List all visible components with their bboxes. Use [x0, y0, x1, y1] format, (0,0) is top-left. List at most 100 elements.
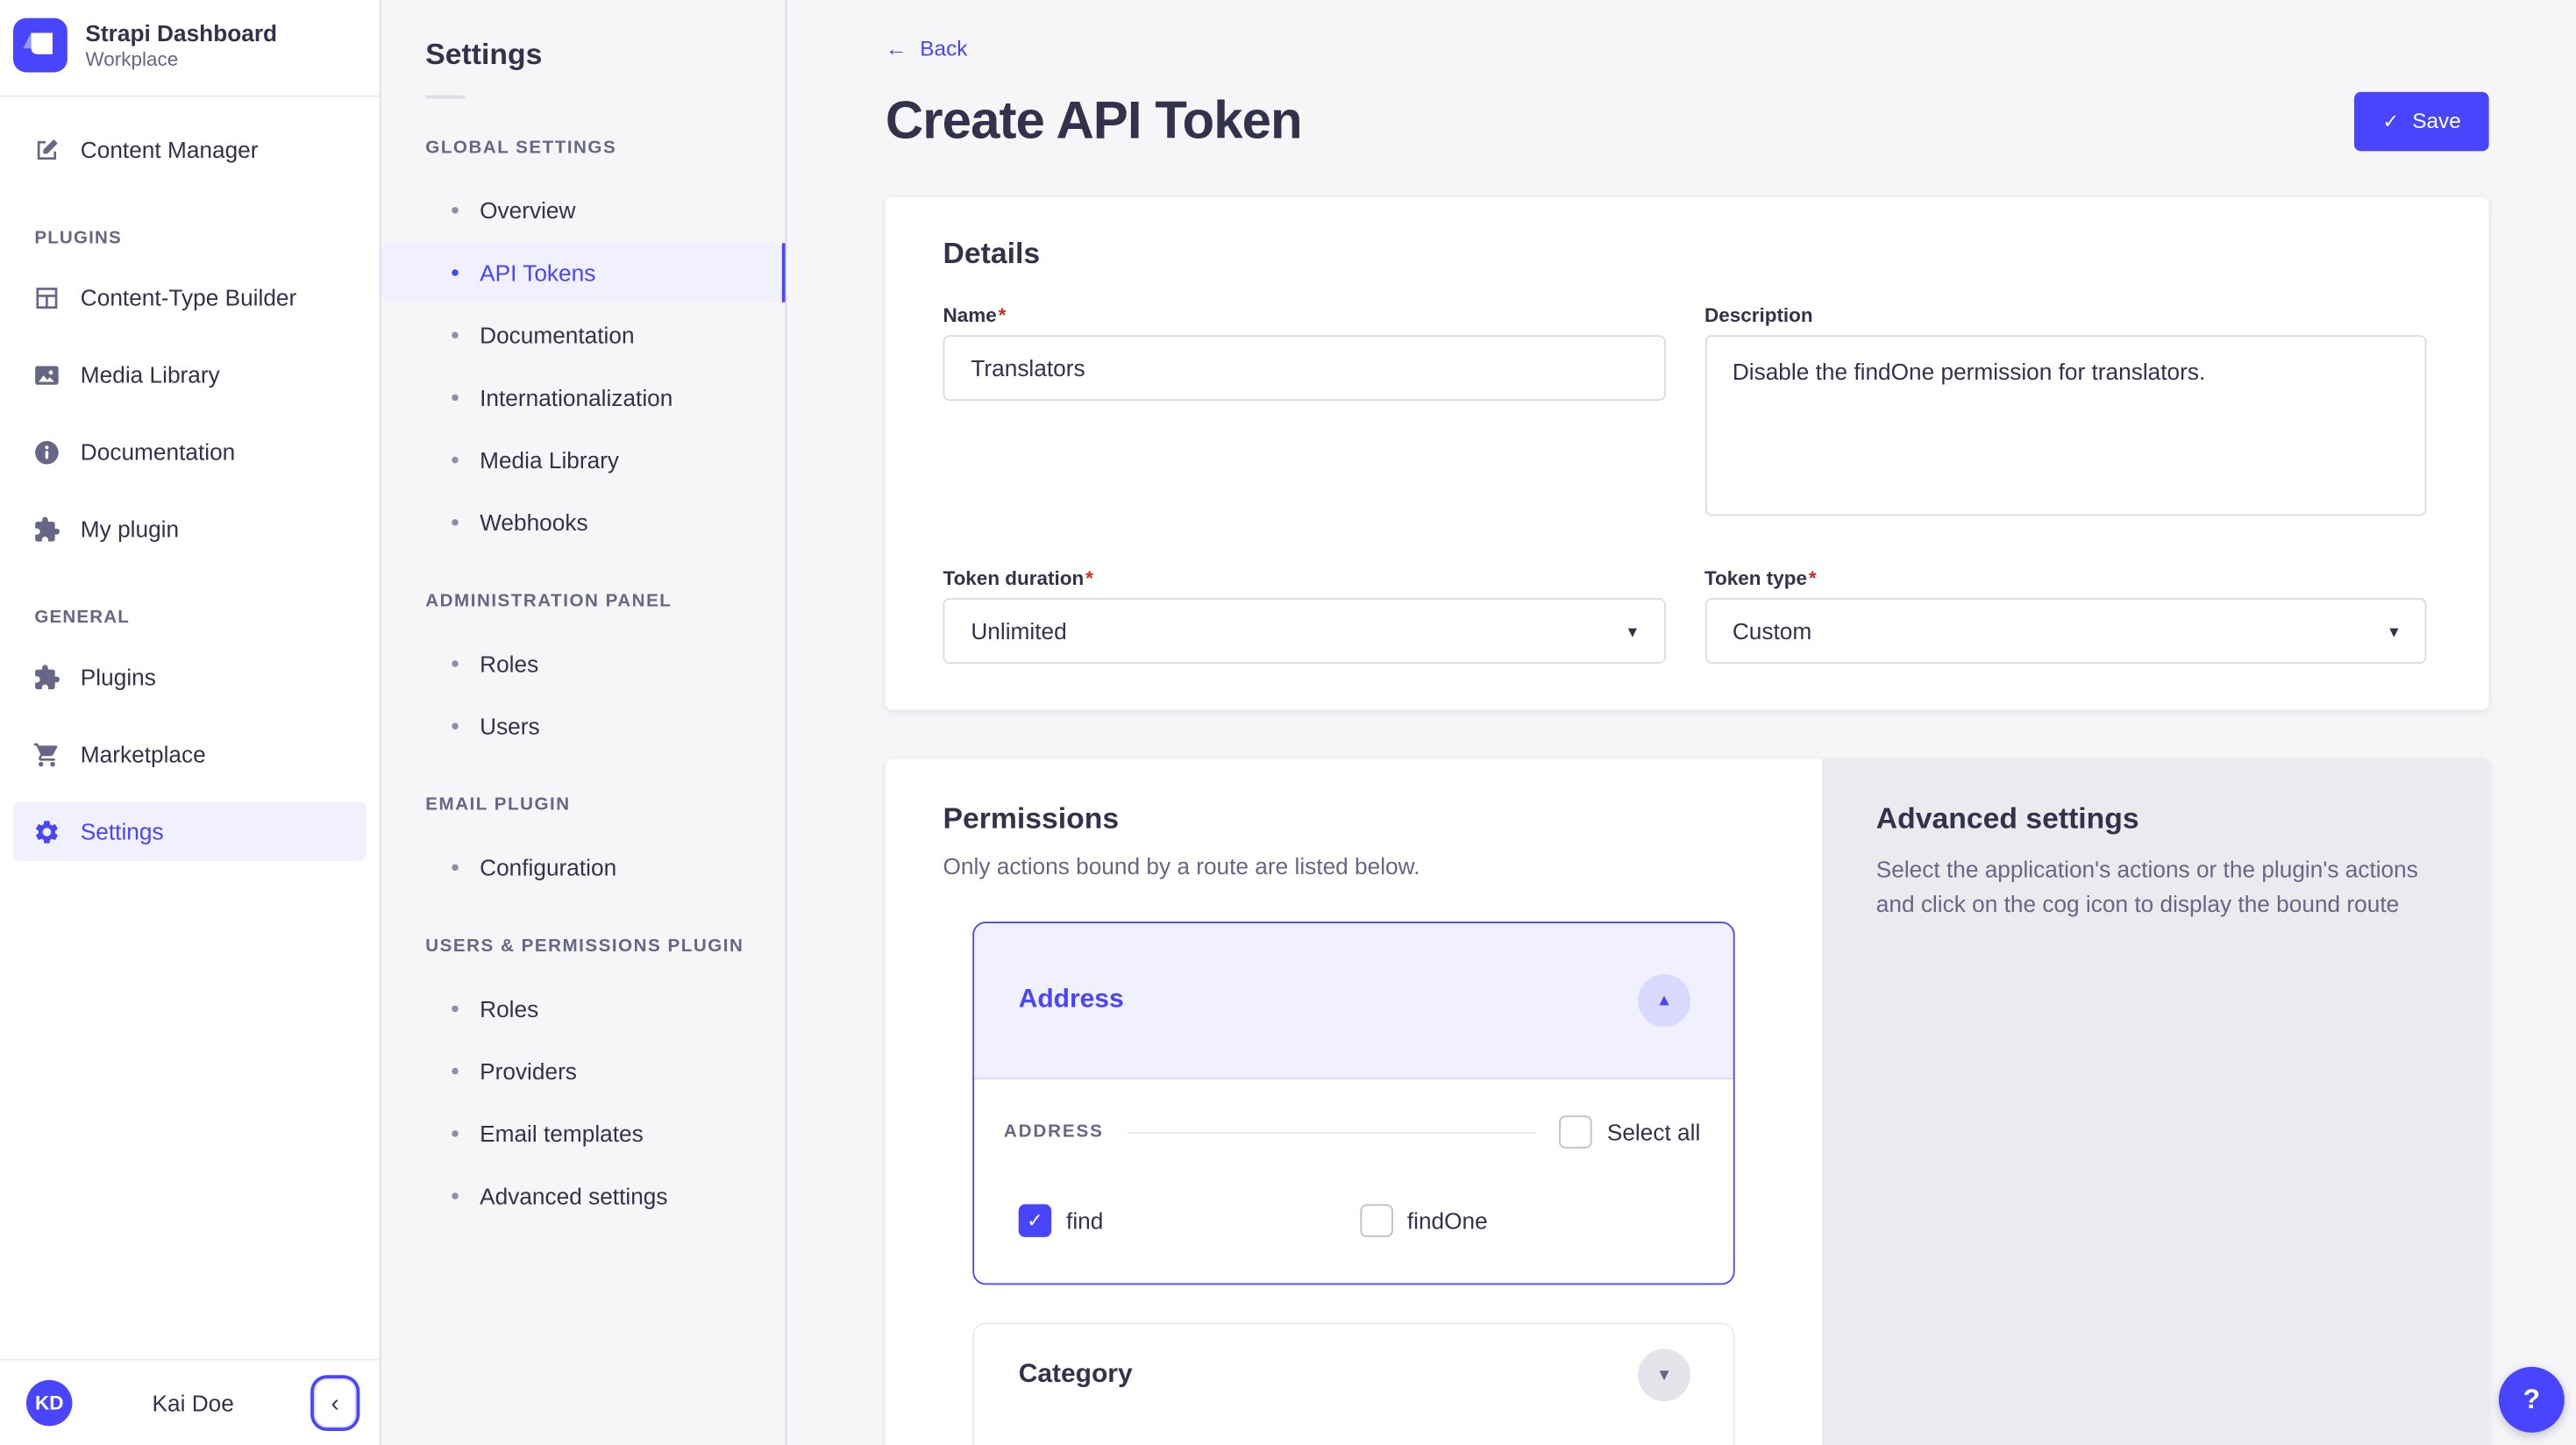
subnav-item-providers[interactable]: Providers	[381, 1042, 786, 1100]
required-asterisk: *	[1809, 566, 1817, 589]
required-asterisk: *	[1085, 566, 1093, 589]
sidebar-footer: KD Kai Doe ‹	[0, 1359, 380, 1445]
description-label: Description	[1704, 304, 2426, 327]
select-all-checkbox[interactable]	[1559, 1115, 1591, 1148]
layout-icon	[32, 283, 60, 311]
permissions-title: Permissions	[943, 801, 1822, 836]
sidebar-item-marketplace[interactable]: Marketplace	[13, 724, 366, 783]
main-sidebar: Strapi Dashboard Workplace Content Manag…	[0, 0, 381, 1445]
user-name: Kai Doe	[72, 1390, 313, 1416]
back-arrow-icon: ←	[886, 36, 907, 61]
sidebar-item-label: Marketplace	[81, 741, 206, 767]
subnav-item-media-library[interactable]: Media Library	[381, 431, 786, 489]
accordion-title: Address	[1019, 986, 1124, 1015]
sidebar-item-settings[interactable]: Settings	[13, 801, 366, 860]
find-label: find	[1066, 1207, 1103, 1234]
page-title: Create API Token	[886, 90, 1302, 151]
accordion-address: Address ▲ ADDRESS Select all	[972, 922, 1734, 1285]
sidebar-item-label: Media Library	[81, 361, 220, 388]
subnav-item-documentation[interactable]: Documentation	[381, 306, 786, 365]
strapi-logo-icon	[13, 18, 68, 73]
cart-icon	[32, 740, 60, 768]
accordion-category: Category ▼	[972, 1322, 1734, 1445]
help-button[interactable]: ?	[2499, 1367, 2565, 1433]
pen-icon	[32, 136, 60, 164]
subnav-item-advanced-settings[interactable]: Advanced settings	[381, 1166, 786, 1225]
bullet-icon	[452, 519, 458, 525]
triangle-up-icon: ▲	[1656, 992, 1673, 1010]
bullet-icon	[452, 660, 458, 666]
sidebar-item-label: Content Manager	[81, 137, 259, 163]
advanced-settings-title: Advanced settings	[1876, 801, 2423, 836]
permissions-panel: Permissions Only actions bound by a rout…	[886, 759, 1822, 1445]
bullet-icon	[452, 1006, 458, 1012]
bullet-icon	[452, 207, 458, 213]
subnav-item-webhooks[interactable]: Webhooks	[381, 493, 786, 552]
puzzle-icon	[32, 663, 60, 691]
bullet-icon	[452, 331, 458, 338]
findone-checkbox[interactable]	[1359, 1204, 1391, 1236]
check-icon: ✓	[2382, 110, 2399, 132]
info-icon	[32, 438, 60, 466]
sidebar-item-my-plugin[interactable]: My plugin	[13, 500, 366, 559]
sidebar-item-content-manager[interactable]: Content Manager	[13, 120, 366, 179]
avatar[interactable]: KD	[26, 1380, 72, 1426]
details-card: Details Name* Description Disable the fi…	[886, 197, 2489, 710]
accordion-address-header[interactable]: Address ▲	[974, 923, 1733, 1079]
subnav-section-users-permissions-plugin: USERS & PERMISSIONS PLUGIN	[425, 936, 785, 956]
back-link[interactable]: ← Back	[886, 36, 968, 61]
strapi-admin-app: Strapi Dashboard Workplace Content Manag…	[0, 0, 2576, 1445]
advanced-settings-panel: Advanced settings Select the application…	[1822, 759, 2489, 1445]
bullet-icon	[452, 1068, 458, 1074]
subnav-title: Settings	[381, 36, 786, 72]
workspace-name: Workplace	[85, 47, 277, 72]
name-input[interactable]	[943, 335, 1665, 401]
subnav-section-global-settings: GLOBAL SETTINGS	[425, 138, 785, 157]
bullet-icon	[452, 395, 458, 401]
group-label: ADDRESS	[1004, 1122, 1104, 1142]
subnav-item-configuration[interactable]: Configuration	[381, 838, 786, 897]
bullet-icon	[452, 865, 458, 871]
sidebar-item-plugins[interactable]: Plugins	[13, 647, 366, 706]
question-mark-icon: ?	[2523, 1384, 2540, 1415]
expand-accordion-button[interactable]: ▼	[1638, 1349, 1690, 1401]
save-button[interactable]: ✓ Save	[2355, 91, 2489, 150]
sidebar-item-documentation[interactable]: Documentation	[13, 423, 366, 481]
subnav-item-users[interactable]: Users	[381, 696, 786, 755]
accordion-category-header[interactable]: Category ▼	[974, 1324, 1733, 1426]
picture-icon	[32, 360, 60, 388]
permissions-subtitle: Only actions bound by a route are listed…	[943, 852, 1822, 879]
find-checkbox[interactable]: ✓	[1019, 1204, 1051, 1236]
sidebar-item-label: My plugin	[81, 516, 179, 542]
puzzle-icon	[32, 515, 60, 543]
subnav-item-overview[interactable]: Overview	[381, 181, 786, 239]
required-asterisk: *	[999, 304, 1007, 327]
bullet-icon	[452, 1130, 458, 1136]
select-all-label: Select all	[1607, 1119, 1700, 1145]
permission-action-findone: findOne	[1359, 1204, 1700, 1236]
token-type-select[interactable]: Custom ▾	[1704, 598, 2426, 664]
sidebar-item-label: Content-Type Builder	[81, 284, 296, 310]
token-duration-select[interactable]: Unlimited ▾	[943, 598, 1665, 664]
sidebar-item-content-type-builder[interactable]: Content-Type Builder	[13, 267, 366, 326]
bullet-icon	[452, 722, 458, 729]
caret-down-icon: ▾	[2389, 620, 2398, 641]
sidebar-item-media-library[interactable]: Media Library	[13, 345, 366, 403]
sidebar-item-label: Documentation	[81, 438, 235, 465]
subnav-item-roles-admin[interactable]: Roles	[381, 634, 786, 693]
collapse-accordion-button[interactable]: ▲	[1638, 974, 1690, 1027]
description-textarea[interactable]: Disable the findOne permission for trans…	[1704, 335, 2426, 516]
workspace-switcher[interactable]: Strapi Dashboard Workplace	[0, 0, 380, 96]
subnav-section-email-plugin: EMAIL PLUGIN	[425, 795, 785, 815]
divider	[1127, 1131, 1536, 1133]
subnav-item-api-tokens[interactable]: API Tokens	[381, 243, 786, 302]
sidebar-item-label: Plugins	[81, 664, 156, 690]
collapse-sidebar-button[interactable]: ‹	[314, 1378, 357, 1427]
subnav-item-email-templates[interactable]: Email templates	[381, 1104, 786, 1163]
name-label: Name*	[943, 304, 1665, 327]
divider	[425, 96, 465, 99]
subnav-item-internationalization[interactable]: Internationalization	[381, 368, 786, 427]
settings-subnav: Settings GLOBAL SETTINGS Overview API To…	[381, 0, 787, 1445]
bullet-icon	[452, 1192, 458, 1199]
subnav-item-roles-up[interactable]: Roles	[381, 979, 786, 1038]
